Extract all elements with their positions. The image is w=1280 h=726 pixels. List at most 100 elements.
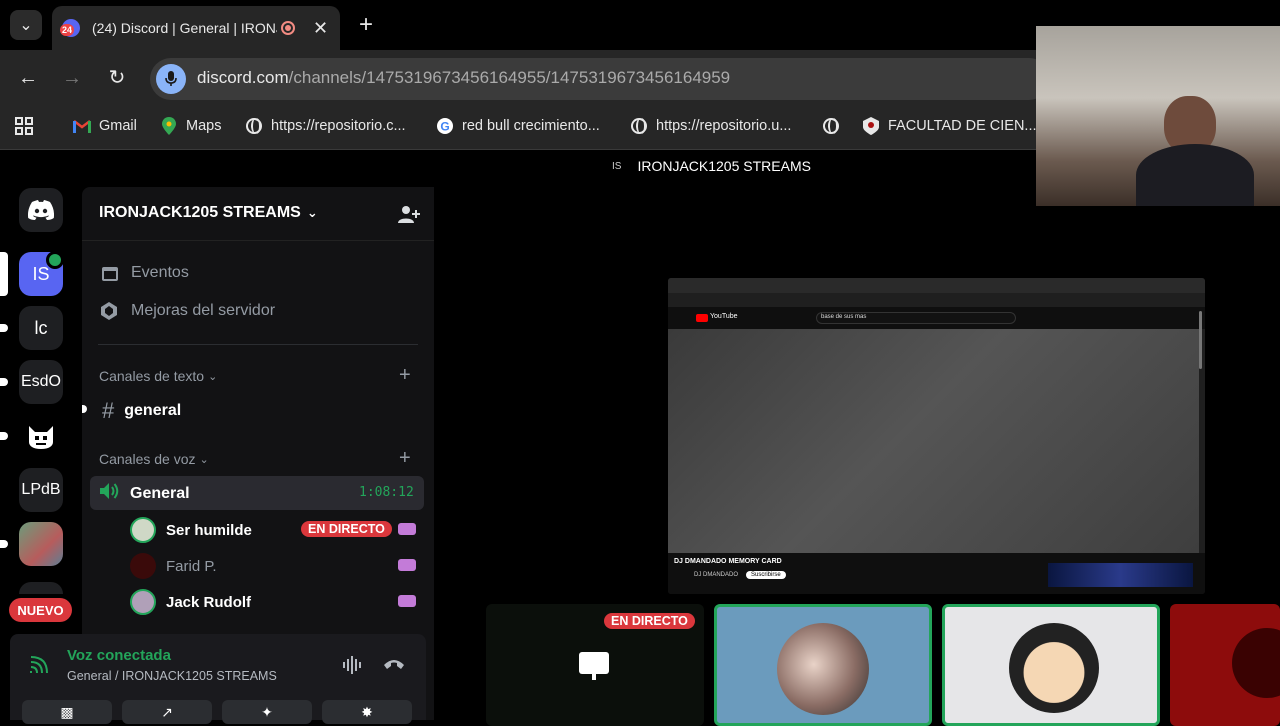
hash-icon: # xyxy=(102,398,115,423)
user-tile[interactable] xyxy=(1170,604,1280,726)
avatar xyxy=(1232,628,1280,698)
new-tab-button[interactable]: + xyxy=(352,12,380,40)
chevron-down-icon: ⌄ xyxy=(208,370,218,383)
back-button[interactable]: ← xyxy=(16,66,40,90)
reload-button[interactable]: ↻ xyxy=(105,66,129,90)
member-name: Ser humilde xyxy=(166,521,252,539)
text-category[interactable]: Canales de texto ⌄ xyxy=(99,368,217,384)
speaker-icon xyxy=(100,482,120,505)
activity-icon xyxy=(398,595,416,607)
url-text[interactable]: discord.com/channels/1475319673456164955… xyxy=(197,68,730,88)
screen-share-stream[interactable]: YouTube base de sus mas DJ DMANDADO MEMO… xyxy=(668,278,1205,594)
stream-browser-toolbar xyxy=(668,293,1205,307)
activity-icon xyxy=(398,523,416,535)
menu-label: Eventos xyxy=(131,264,189,281)
tab-list-button[interactable]: ⌄ xyxy=(10,10,42,40)
subscribe-button: Suscribirse xyxy=(746,571,786,579)
voice-status[interactable]: Voz conectada xyxy=(67,647,171,664)
bookmark-red-bull[interactable]: G red bull crecimiento... xyxy=(436,116,600,136)
bookmark-gmail[interactable]: Gmail xyxy=(73,116,137,136)
server-title-icon: IS xyxy=(612,160,622,172)
member-name: Jack Rudolf xyxy=(166,593,252,611)
bookmark-label: https://repositorio.u... xyxy=(656,118,792,134)
bookmark-repositorio-u[interactable]: https://repositorio.u... xyxy=(630,116,791,136)
bookmark-maps[interactable]: Maps xyxy=(160,116,221,136)
server-image[interactable] xyxy=(19,522,63,566)
video-thumbnail xyxy=(1048,563,1193,587)
bookmark-globe[interactable] xyxy=(822,116,848,136)
close-tab-icon[interactable]: ✕ xyxy=(313,18,328,39)
cat-server-icon xyxy=(29,426,53,449)
voice-channel-row[interactable]: General xyxy=(100,482,190,505)
server-lpdb[interactable]: LPdB xyxy=(19,468,63,512)
microphone-icon[interactable] xyxy=(156,64,186,94)
video-off-button[interactable]: ▩ xyxy=(22,700,112,724)
discord-logo-icon xyxy=(28,200,54,220)
url-host: discord.com xyxy=(197,68,289,87)
activity-icon xyxy=(398,559,416,571)
svg-text:G: G xyxy=(440,120,449,134)
soundboard-button[interactable]: ✸ xyxy=(322,700,412,724)
server-partial[interactable] xyxy=(19,582,63,594)
globe-icon xyxy=(245,117,263,135)
category-label: Canales de texto xyxy=(99,368,205,384)
bookmark-label: Maps xyxy=(186,118,222,134)
chevron-down-icon: ⌄ xyxy=(199,453,209,466)
server-name[interactable]: IRONJACK1205 STREAMS ⌄ xyxy=(99,204,318,222)
add-voice-channel-icon[interactable]: + xyxy=(399,447,411,470)
discord-home-button[interactable] xyxy=(19,188,63,232)
category-label: Canales de voz xyxy=(99,451,196,467)
selected-server-pill xyxy=(0,252,8,296)
signal-icon[interactable] xyxy=(30,656,50,679)
voice-category[interactable]: Canales de voz ⌄ xyxy=(99,451,209,467)
avatar xyxy=(130,517,156,543)
live-badge: EN DIRECTO xyxy=(604,612,695,630)
voice-member[interactable]: Jack Rudolf xyxy=(130,587,251,617)
menu-server-boosts[interactable]: Mejoras del servidor xyxy=(101,302,275,320)
video-channel: DJ DMANDADO xyxy=(694,572,739,578)
forward-button[interactable]: → xyxy=(60,66,84,90)
bookmark-repositorio-c[interactable]: https://repositorio.c... xyxy=(245,116,406,136)
youtube-logo-text: YouTube xyxy=(710,313,738,320)
disconnect-icon[interactable] xyxy=(383,657,405,676)
google-icon: G xyxy=(436,117,454,135)
soundboard-icon: ✸ xyxy=(361,703,373,720)
bookmark-facultad[interactable]: FACULTAD DE CIEN... xyxy=(862,116,1037,136)
channel-general-text[interactable]: # general xyxy=(102,398,181,424)
share-screen-button[interactable]: ↗ xyxy=(122,700,212,724)
voice-location[interactable]: General / IRONJACK1205 STREAMS xyxy=(67,669,277,683)
user-tile[interactable] xyxy=(942,604,1160,726)
server-esdo[interactable]: EsdO xyxy=(19,360,63,404)
server-label: LPdB xyxy=(21,481,61,498)
stream-tile[interactable]: EN DIRECTO xyxy=(486,604,704,726)
discord-favicon-icon: 24 xyxy=(60,19,80,37)
member-name: Farid P. xyxy=(166,557,217,575)
university-icon xyxy=(862,117,880,135)
globe-icon xyxy=(630,117,648,135)
voice-member[interactable]: Farid P. xyxy=(130,551,217,581)
divider xyxy=(98,344,418,345)
server-cat[interactable] xyxy=(19,414,63,458)
server-lc[interactable]: lc xyxy=(19,306,63,350)
menu-events[interactable]: Eventos xyxy=(101,264,189,282)
activities-button[interactable]: ✦ xyxy=(222,700,312,724)
avatar xyxy=(130,589,156,615)
server-title-text: IRONJACK1205 STREAMS xyxy=(637,158,811,174)
chevron-down-icon: ⌄ xyxy=(19,17,33,34)
unread-pill xyxy=(0,432,8,440)
webcam-overlay xyxy=(1036,26,1280,206)
avatar xyxy=(777,623,869,715)
new-badge[interactable]: NUEVO xyxy=(9,598,72,622)
browser-tab[interactable]: 24 (24) Discord | General | IRONJACK1205… xyxy=(52,6,340,50)
bookmark-label: FACULTAD DE CIEN... xyxy=(888,118,1037,134)
voice-member[interactable]: Ser humilde xyxy=(130,515,252,545)
add-text-channel-icon[interactable]: + xyxy=(399,364,411,387)
user-tile[interactable] xyxy=(714,604,932,726)
maps-icon xyxy=(160,117,178,135)
noise-suppression-icon[interactable] xyxy=(342,655,364,680)
gmail-icon xyxy=(73,117,91,135)
menu-label: Mejoras del servidor xyxy=(131,302,276,319)
apps-grid-icon[interactable] xyxy=(14,116,34,136)
person-body xyxy=(1136,144,1254,206)
invite-user-icon[interactable] xyxy=(398,204,420,229)
